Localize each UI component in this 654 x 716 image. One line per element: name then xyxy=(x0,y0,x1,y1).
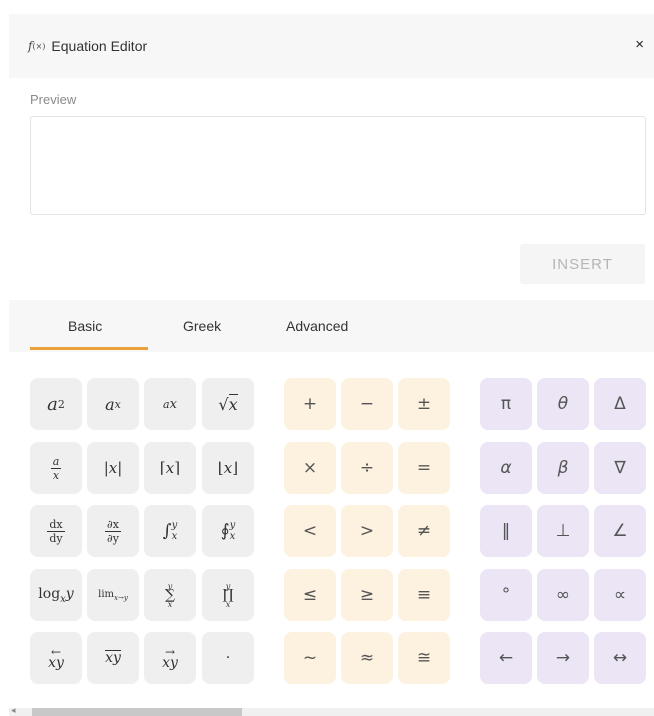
key-similar[interactable]: ~ xyxy=(284,632,336,684)
key-left-vector[interactable]: ← xy xyxy=(30,632,82,684)
scroll-thumb[interactable] xyxy=(32,708,242,716)
key-right-arrow[interactable]: → xyxy=(537,632,589,684)
preview-box xyxy=(30,116,646,215)
key-left-right-arrow[interactable]: ↔ xyxy=(594,632,646,684)
key-integral[interactable]: ∫ y x xyxy=(144,505,196,557)
key-infinity[interactable]: ∞ xyxy=(537,569,589,621)
key-congruent[interactable]: ≅ xyxy=(398,632,450,684)
key-overline[interactable]: xy xyxy=(87,632,139,684)
editor-header: f(×) Equation Editor × xyxy=(9,14,654,78)
key-partial-derivative[interactable]: ∂x ∂y xyxy=(87,505,139,557)
tab-greek[interactable]: Greek xyxy=(183,300,221,352)
key-divide[interactable]: ÷ xyxy=(341,442,393,494)
key-equals[interactable]: = xyxy=(398,442,450,494)
insert-button[interactable]: INSERT xyxy=(520,244,645,284)
symbol-keypad: a2 ax ax √x + − ± π θ Δ ax |x| ⌈x⌉ ⌊x⌋ ×… xyxy=(9,352,654,706)
key-pi[interactable]: π xyxy=(480,378,532,430)
key-power-2[interactable]: a2 xyxy=(30,378,82,430)
key-delta[interactable]: Δ xyxy=(594,378,646,430)
key-plus-minus[interactable]: ± xyxy=(398,378,450,430)
key-beta[interactable]: β xyxy=(537,442,589,494)
key-contour-integral[interactable]: ∮ y x xyxy=(202,505,254,557)
key-absolute[interactable]: |x| xyxy=(87,442,139,494)
key-alpha[interactable]: α xyxy=(480,442,532,494)
key-less-equal[interactable]: ≤ xyxy=(284,569,336,621)
tab-advanced[interactable]: Advanced xyxy=(286,300,348,352)
key-theta[interactable]: θ xyxy=(537,378,589,430)
key-proportional[interactable]: ∝ xyxy=(594,569,646,621)
key-plus[interactable]: + xyxy=(284,378,336,430)
key-left-arrow[interactable]: ← xyxy=(480,632,532,684)
equation-editor-panel: f(×) Equation Editor × Preview INSERT Ba… xyxy=(9,14,654,716)
key-greater-than[interactable]: > xyxy=(341,505,393,557)
editor-title: Equation Editor xyxy=(51,38,148,54)
key-power-x[interactable]: ax xyxy=(87,378,139,430)
key-times[interactable]: × xyxy=(284,442,336,494)
key-angle[interactable]: ∠ xyxy=(594,505,646,557)
key-limit[interactable]: limx→y xyxy=(87,569,139,621)
key-not-equal[interactable]: ≠ xyxy=(398,505,450,557)
key-logarithm[interactable]: logxy xyxy=(30,569,82,621)
function-icon: f(×) xyxy=(28,39,46,53)
key-floor[interactable]: ⌊x⌋ xyxy=(202,442,254,494)
key-sqrt[interactable]: √x xyxy=(202,378,254,430)
key-greater-equal[interactable]: ≥ xyxy=(341,569,393,621)
key-approx[interactable]: ≈ xyxy=(341,632,393,684)
tab-basic[interactable]: Basic xyxy=(68,300,102,352)
key-equivalent[interactable]: ≡ xyxy=(398,569,450,621)
active-tab-indicator xyxy=(30,347,148,350)
key-summation[interactable]: y ∑ x xyxy=(144,569,196,621)
key-nabla[interactable]: ∇ xyxy=(594,442,646,494)
key-ceiling[interactable]: ⌈x⌉ xyxy=(144,442,196,494)
key-fraction[interactable]: ax xyxy=(30,442,82,494)
tab-bar: Basic Greek Advanced xyxy=(9,300,654,352)
key-dot[interactable]: · xyxy=(202,632,254,684)
key-degree[interactable]: ° xyxy=(480,569,532,621)
preview-label: Preview xyxy=(30,92,77,107)
key-product[interactable]: y ∏ x xyxy=(202,569,254,621)
key-less-than[interactable]: < xyxy=(284,505,336,557)
scroll-left-icon[interactable]: ◂ xyxy=(11,705,16,716)
close-icon[interactable]: × xyxy=(635,36,644,53)
key-subscript[interactable]: ax xyxy=(144,378,196,430)
key-parallel[interactable]: ‖ xyxy=(480,505,532,557)
key-right-vector[interactable]: → xy xyxy=(144,632,196,684)
horizontal-scrollbar[interactable]: ◂ xyxy=(9,705,654,716)
key-minus[interactable]: − xyxy=(341,378,393,430)
key-derivative[interactable]: dx dy xyxy=(30,505,82,557)
key-perpendicular[interactable]: ⊥ xyxy=(537,505,589,557)
